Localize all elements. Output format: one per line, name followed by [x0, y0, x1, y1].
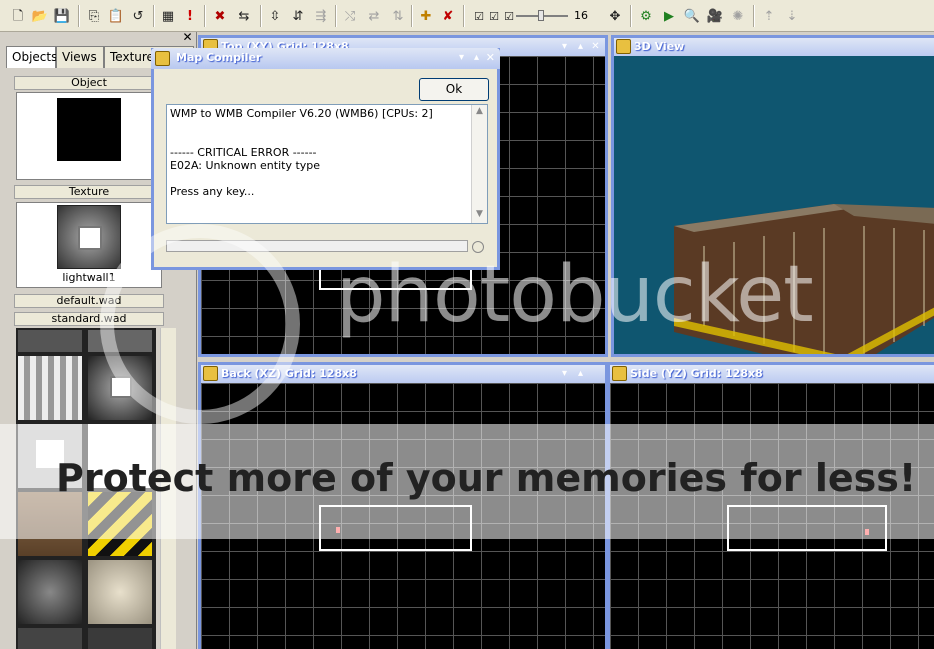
- maximize-icon[interactable]: ▴: [574, 367, 587, 380]
- main-toolbar: 🗋 📂 💾 ⎘ 📋 ↺ ▦ ! ✖ ⇆ ⇳ ⇵ ⇶ ⤭ ⇄ ⇅ ✚ ✘ ☑ ☑ …: [0, 0, 934, 32]
- minimize-icon[interactable]: ▾: [558, 40, 571, 53]
- open-icon[interactable]: 📂: [30, 6, 50, 26]
- compile-icon[interactable]: ⚙: [636, 6, 656, 26]
- save-icon[interactable]: 💾: [52, 6, 72, 26]
- add-object-icon[interactable]: ✚: [416, 6, 436, 26]
- grid-value: 16: [574, 9, 588, 22]
- hollow-icon[interactable]: ⇳: [265, 6, 285, 26]
- texture-header: Texture: [14, 185, 164, 199]
- copy-icon[interactable]: ⎘: [84, 6, 104, 26]
- 3d-view-titlebar[interactable]: 3D View: [614, 38, 934, 56]
- object-preview: [16, 92, 162, 180]
- side-view-title: Side (YZ) Grid: 128x8: [630, 367, 763, 380]
- compiler-log[interactable]: WMP to WMB Compiler V6.20 (WMB6) [CPUs: …: [166, 104, 488, 224]
- log-line: Press any key...: [170, 185, 255, 198]
- undo-icon[interactable]: ↺: [128, 6, 148, 26]
- camera-icon[interactable]: 🎥: [705, 6, 725, 26]
- photobucket-logo: [100, 224, 300, 424]
- delete-object-icon[interactable]: ✘: [438, 6, 458, 26]
- light-icon[interactable]: ✺: [728, 6, 748, 26]
- texture-thumb[interactable]: [18, 628, 82, 649]
- split-icon[interactable]: ⇵: [288, 6, 308, 26]
- texture-thumb[interactable]: [18, 560, 82, 624]
- scroll-up-icon[interactable]: ▲: [472, 105, 487, 120]
- scale-down-icon[interactable]: ⇣: [782, 6, 802, 26]
- texture-thumb[interactable]: [18, 330, 82, 352]
- side-view-titlebar[interactable]: Side (YZ) Grid: 128x8: [610, 365, 934, 383]
- log-scrollbar[interactable]: ▲ ▼: [471, 105, 487, 223]
- scroll-down-icon[interactable]: ▼: [472, 208, 487, 223]
- texture-thumb[interactable]: [88, 560, 152, 624]
- zoom-slider-thumb[interactable]: [538, 10, 544, 21]
- app-icon: [612, 366, 627, 381]
- run-icon[interactable]: ▶: [659, 6, 679, 26]
- flip-icon[interactable]: ⇅: [388, 6, 408, 26]
- maximize-icon[interactable]: ▴: [474, 52, 479, 63]
- properties-icon[interactable]: ▦: [158, 6, 178, 26]
- minimize-icon[interactable]: ▾: [459, 52, 464, 63]
- log-line: WMP to WMB Compiler V6.20 (WMB6) [CPUs: …: [170, 107, 433, 120]
- ungroup-icon[interactable]: ⇆: [234, 6, 254, 26]
- tab-views[interactable]: Views: [56, 46, 104, 68]
- object-header: Object: [14, 76, 164, 90]
- close-icon[interactable]: ✕: [486, 51, 495, 64]
- ok-button[interactable]: Ok: [419, 78, 489, 101]
- texture-thumb[interactable]: [18, 356, 82, 420]
- 3d-view-title: 3D View: [634, 40, 685, 53]
- tab-objects[interactable]: Objects: [6, 46, 57, 68]
- texture-thumb[interactable]: [88, 628, 152, 649]
- watermark-banner: Protect more of your memories for less!: [56, 456, 917, 500]
- move-view-icon[interactable]: ✥: [605, 6, 625, 26]
- app-icon: [155, 51, 170, 66]
- watermark-brand: photobucket: [336, 250, 814, 340]
- minimize-icon[interactable]: ▾: [558, 367, 571, 380]
- log-line: ------ CRITICAL ERROR ------: [170, 146, 317, 159]
- close-icon[interactable]: ✕: [589, 40, 602, 53]
- dialog-titlebar[interactable]: Map Compiler ▾ ▴ ✕: [151, 48, 500, 69]
- group-icon[interactable]: ✖: [210, 6, 230, 26]
- app-icon: [616, 39, 631, 54]
- paste-icon[interactable]: 📋: [106, 6, 126, 26]
- new-icon[interactable]: 🗋: [8, 6, 28, 26]
- close-icon[interactable]: ✕: [181, 31, 194, 44]
- error-icon[interactable]: !: [180, 6, 200, 26]
- dialog-title: Map Compiler: [176, 51, 262, 64]
- zoom-icon[interactable]: 🔍: [682, 6, 702, 26]
- move-icon[interactable]: ⇶: [311, 6, 331, 26]
- scale-up-icon[interactable]: ⇡: [759, 6, 779, 26]
- maximize-icon[interactable]: ▴: [574, 40, 587, 53]
- scale-icon[interactable]: ⤭: [340, 6, 360, 26]
- rotate-icon[interactable]: ⇄: [364, 6, 384, 26]
- log-line: E02A: Unknown entity type: [170, 159, 321, 172]
